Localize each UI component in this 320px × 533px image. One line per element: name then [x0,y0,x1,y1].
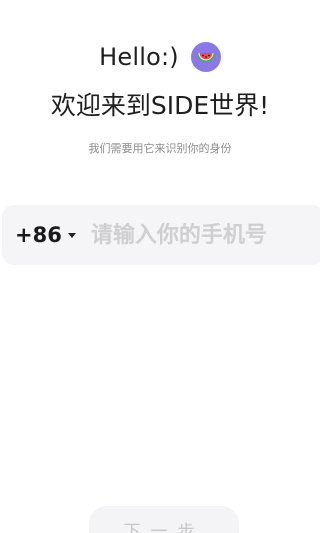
welcome-subtitle: 我们需要用它来识别你的身份 [88,142,232,155]
caret-down-icon [67,233,76,238]
welcome-title: 欢迎来到SIDE世界! [50,91,270,120]
greeting-row: Hello:) [0,42,320,72]
phone-number-input[interactable] [90,222,291,248]
phone-field: +86 [2,205,320,265]
country-code-selector[interactable]: +86 [15,223,76,247]
next-step-button[interactable]: 下一步 [89,506,239,533]
country-code-label: +86 [15,223,62,247]
hello-text: Hello:) [99,43,179,71]
login-screen: Hello:) 欢迎来到SIDE世界! 我们需要用它来识别你的身份 +86 下一… [0,0,320,533]
watermelon-icon [190,42,221,72]
